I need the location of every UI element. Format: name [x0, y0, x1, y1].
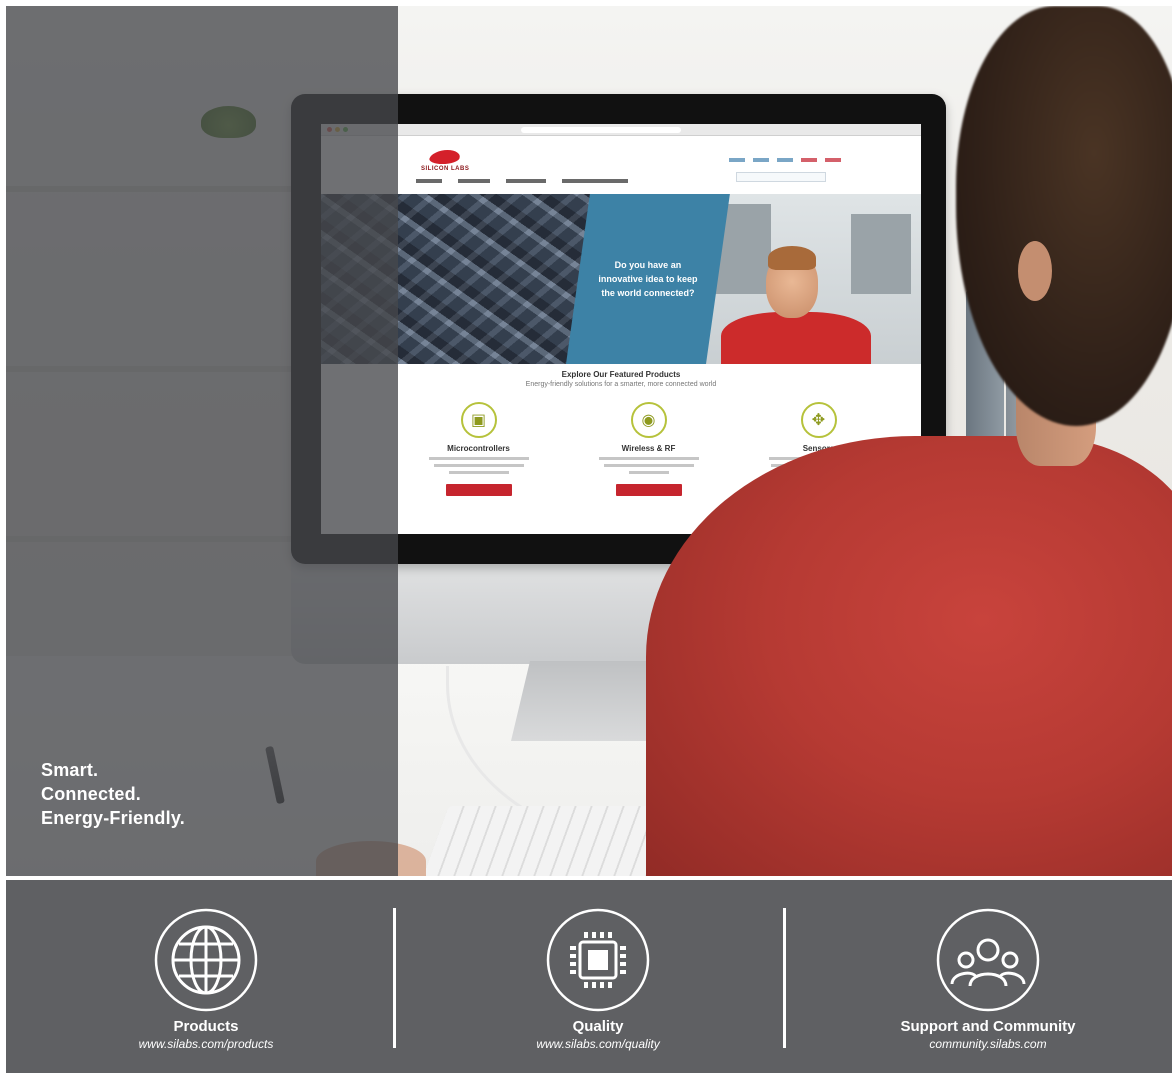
left-overlay: [6, 6, 398, 876]
featured-subtitle: Energy-friendly solutions for a smarter,…: [525, 381, 717, 388]
tagline-line: Energy-Friendly.: [41, 808, 185, 828]
person-red-shirt: [646, 436, 1172, 876]
site-nav: [416, 179, 628, 183]
footer-quality-title: Quality: [572, 1018, 624, 1035]
sensor-icon: ✥: [800, 402, 837, 438]
product-card: ◉ Wireless & RF: [591, 402, 706, 496]
footer-quality[interactable]: Quality www.silabs.com/quality: [448, 880, 748, 1073]
wifi-icon: ◉: [630, 402, 667, 438]
tagline: Smart. Connected. Energy-Friendly.: [41, 758, 185, 830]
card-title: Microcontrollers: [447, 444, 510, 453]
banner-person-hair: [768, 246, 816, 270]
people-icon: [936, 908, 1040, 1012]
card-button[interactable]: [615, 484, 682, 496]
chip-icon: ▣: [460, 402, 497, 438]
card-title: Wireless & RF: [621, 444, 676, 453]
logo-text: SILICON LABS: [421, 166, 470, 172]
site-header: SILICON LABS: [321, 136, 921, 194]
chip-icon: [546, 908, 650, 1012]
globe-icon: [154, 908, 258, 1012]
footer-support-title: Support and Community: [900, 1018, 1076, 1035]
footer-products-url[interactable]: www.silabs.com/products: [56, 1037, 356, 1051]
product-card: ▣ Microcontrollers: [421, 402, 536, 496]
hero-photo: SILICON LABS Do you have an innovative i…: [6, 6, 1172, 876]
site-banner: Do you have an innovative idea to keep t…: [321, 194, 921, 364]
site-logo: SILICON LABS: [421, 150, 469, 172]
card-button[interactable]: [445, 484, 512, 496]
banner-panel: Do you have an innovative idea to keep t…: [566, 194, 730, 364]
featured-title: Explore Our Featured Products: [561, 370, 681, 379]
site-search: [736, 172, 826, 182]
footer-support[interactable]: Support and Community community.silabs.c…: [838, 880, 1138, 1073]
browser-bar: [321, 124, 921, 136]
footer-support-url[interactable]: community.silabs.com: [838, 1037, 1138, 1051]
banner-person-shirt: [721, 312, 871, 364]
person-ear: [1018, 241, 1052, 301]
tagline-line: Connected.: [41, 784, 142, 804]
divider: [393, 908, 396, 1048]
banner-text: Do you have an innovative idea to keep t…: [598, 260, 698, 298]
footer-bar: Products www.silabs.com/products Quality…: [6, 880, 1172, 1073]
address-bar: [521, 127, 681, 133]
footer-products-title: Products: [173, 1018, 239, 1035]
tagline-line: Smart.: [41, 760, 99, 780]
site-utility-links: [729, 158, 841, 162]
divider: [783, 908, 786, 1048]
footer-quality-url[interactable]: www.silabs.com/quality: [448, 1037, 748, 1051]
footer-products[interactable]: Products www.silabs.com/products: [56, 880, 356, 1073]
